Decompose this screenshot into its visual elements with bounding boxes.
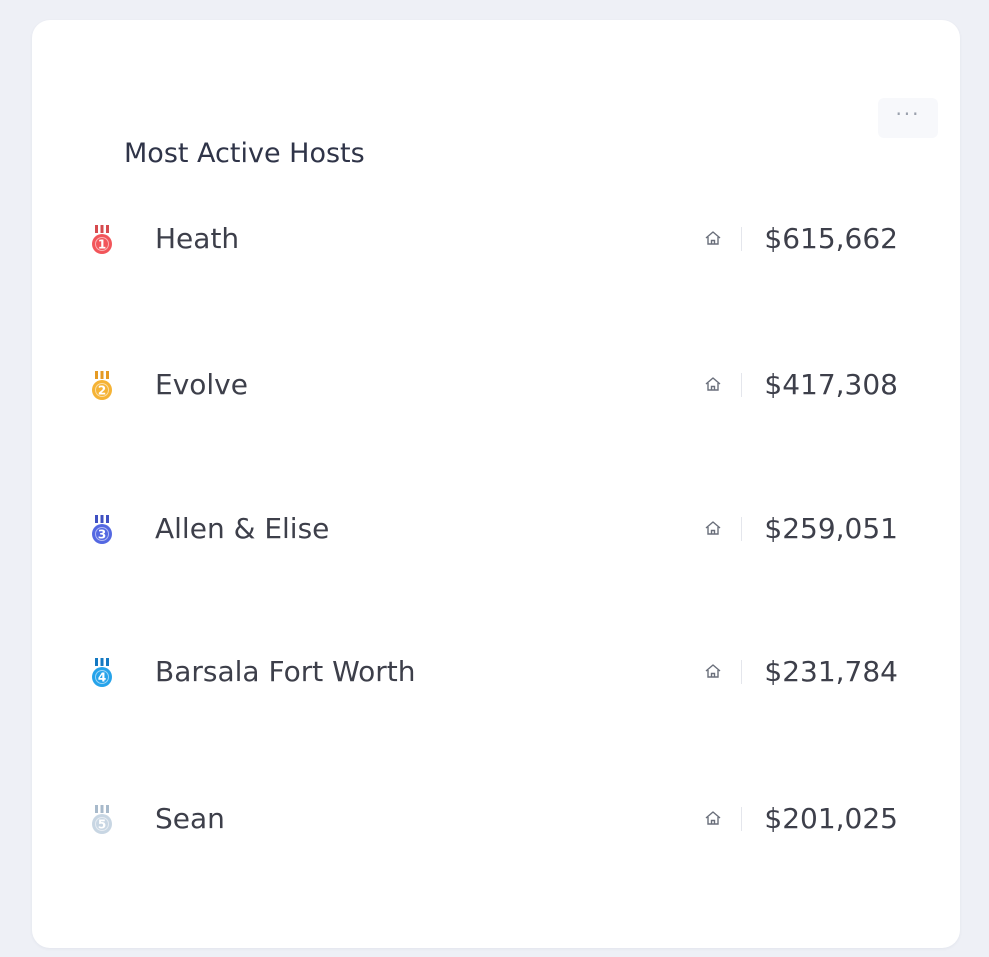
divider (741, 517, 742, 541)
host-revenue: $259,051 (764, 512, 898, 545)
rank-number: 2 (98, 384, 106, 398)
rank-medal-icon: 3 (92, 515, 112, 544)
host-row[interactable]: 1 Heath $615,662 (80, 211, 910, 267)
host-name: Heath (155, 222, 240, 255)
rank-medal-icon: 5 (92, 805, 112, 834)
host-row[interactable]: 3 Allen & Elise $259,051 (80, 501, 910, 557)
host-name: Barsala Fort Worth (155, 655, 416, 688)
host-name: Sean (155, 802, 225, 835)
rank-medal-icon: 2 (92, 371, 112, 400)
divider (741, 807, 742, 831)
host-name: Allen & Elise (155, 512, 330, 545)
rank-number: 5 (98, 818, 106, 832)
host-row[interactable]: 5 Sean $201,025 (80, 791, 910, 847)
rank-number: 3 (98, 528, 106, 542)
host-list: 1 Heath $615,662 2 Evolve $417,308 3 Allen & El… (0, 0, 989, 957)
rank-medal-icon: 4 (92, 658, 112, 687)
divider (741, 227, 742, 251)
host-row[interactable]: 4 Barsala Fort Worth $231,784 (80, 644, 910, 700)
host-revenue: $417,308 (764, 368, 898, 401)
house-icon (705, 377, 721, 391)
house-icon (705, 811, 721, 825)
house-icon (705, 664, 721, 678)
host-row[interactable]: 2 Evolve $417,308 (80, 357, 910, 413)
divider (741, 660, 742, 684)
host-revenue: $231,784 (764, 655, 898, 688)
rank-number: 1 (98, 238, 106, 252)
host-name: Evolve (155, 368, 248, 401)
host-revenue: $615,662 (764, 222, 898, 255)
divider (741, 373, 742, 397)
house-icon (705, 231, 721, 245)
rank-number: 4 (98, 671, 106, 685)
rank-medal-icon: 1 (92, 225, 112, 254)
house-icon (705, 521, 721, 535)
host-revenue: $201,025 (764, 802, 898, 835)
